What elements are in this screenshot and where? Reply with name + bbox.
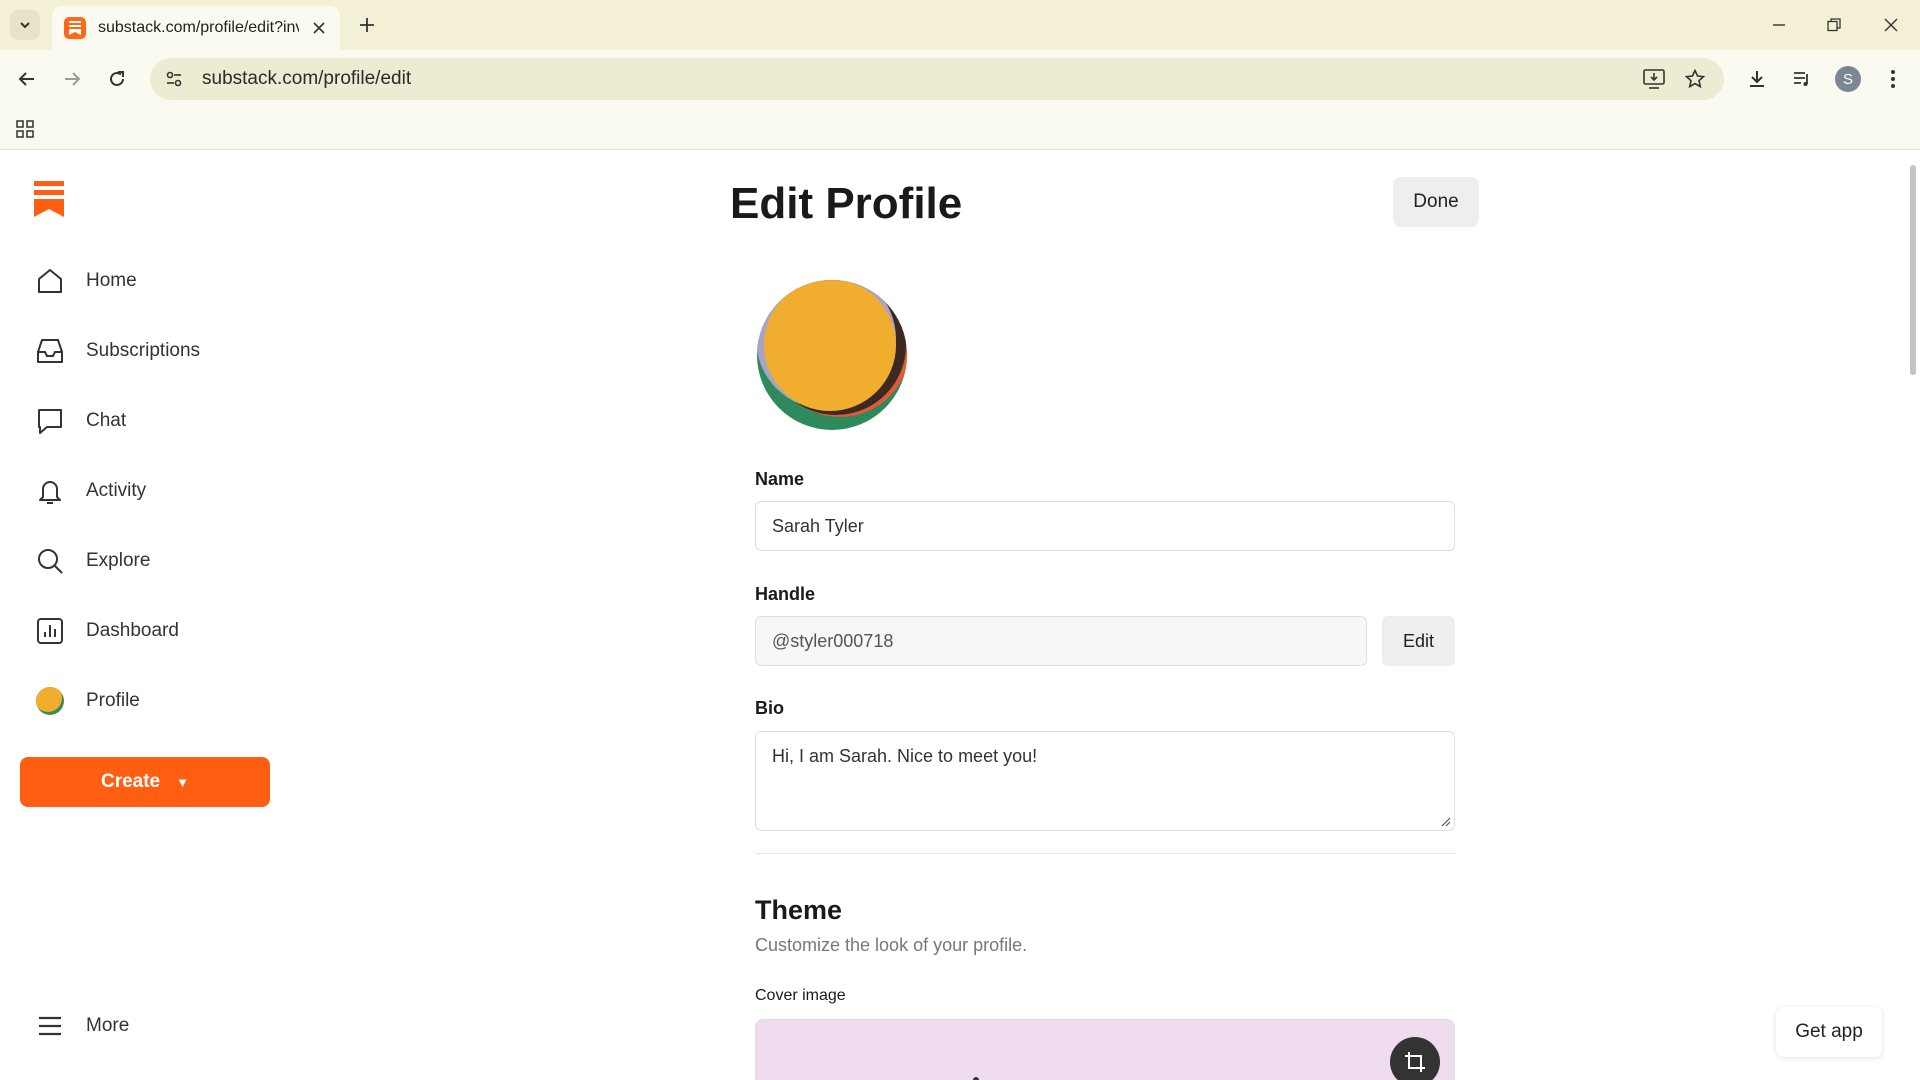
sidebar-item-label: Home bbox=[86, 270, 137, 291]
theme-heading: Theme bbox=[755, 895, 843, 925]
profile-photo[interactable] bbox=[756, 279, 908, 431]
scroll-thumb[interactable] bbox=[1910, 165, 1916, 375]
handle-label: Handle bbox=[755, 584, 816, 604]
forward-button[interactable] bbox=[55, 62, 89, 96]
create-button-label: Create bbox=[100, 771, 161, 792]
inbox-icon bbox=[32, 333, 68, 369]
new-tab-button[interactable] bbox=[352, 10, 382, 40]
bookmark-star-icon[interactable] bbox=[1678, 62, 1712, 96]
reload-button[interactable] bbox=[100, 62, 134, 96]
media-controls-button[interactable] bbox=[1785, 62, 1819, 96]
tab-search-button[interactable] bbox=[10, 10, 40, 40]
profile-button[interactable]: S bbox=[1831, 62, 1865, 96]
minimize-button[interactable] bbox=[1756, 8, 1802, 42]
browser-tab[interactable]: substack.com/profile/edit?invite bbox=[52, 6, 340, 50]
bio-textarea[interactable]: Hi, I am Sarah. Nice to meet you! bbox=[755, 731, 1455, 831]
sidebar-item-explore[interactable]: Explore bbox=[32, 538, 292, 584]
sidebar-item-label: Activity bbox=[86, 480, 147, 501]
divider bbox=[755, 853, 1455, 854]
download-icon bbox=[1750, 71, 1764, 87]
avatar bbox=[32, 683, 68, 719]
close-window-button[interactable] bbox=[1868, 8, 1914, 42]
bookmarks-bar bbox=[0, 108, 1920, 150]
plus-icon bbox=[360, 18, 374, 32]
sidebar-item-subscriptions[interactable]: Subscriptions bbox=[32, 328, 292, 374]
sidebar-item-label: Explore bbox=[86, 550, 151, 571]
page-content: Home Subscriptions Chat Activity Explore… bbox=[0, 151, 1920, 1080]
tab-groups-icon[interactable] bbox=[10, 114, 40, 144]
sidebar-item-label: Chat bbox=[86, 410, 127, 431]
sidebar-item-chat[interactable]: Chat bbox=[32, 398, 292, 444]
substack-logo-icon[interactable] bbox=[34, 181, 64, 217]
install-app-icon[interactable] bbox=[1637, 62, 1671, 96]
browser-menu-button[interactable] bbox=[1876, 62, 1910, 96]
sidebar-item-label: Dashboard bbox=[86, 620, 179, 641]
sidebar-item-label: Subscriptions bbox=[86, 340, 201, 361]
sidebar-item-dashboard[interactable]: Dashboard bbox=[32, 608, 292, 654]
site-settings-icon[interactable] bbox=[154, 58, 194, 100]
page-scrollbar[interactable] bbox=[1906, 151, 1920, 1080]
arrow-left-icon bbox=[18, 72, 34, 86]
edit-handle-button[interactable]: Edit bbox=[1382, 616, 1455, 666]
reload-icon bbox=[110, 71, 124, 86]
cover-image-label: Cover image bbox=[755, 987, 846, 1004]
chevron-down-icon bbox=[20, 22, 30, 29]
create-button[interactable]: Create ▼ bbox=[20, 757, 270, 807]
page-title: Edit Profile bbox=[730, 179, 963, 228]
substack-favicon-icon bbox=[64, 17, 86, 39]
browser-tab-bar: substack.com/profile/edit?invite bbox=[0, 0, 1920, 50]
sidebar-item-profile[interactable]: Profile bbox=[32, 678, 292, 724]
restore-button[interactable] bbox=[1811, 8, 1857, 42]
browser-toolbar: substack.com/profile/edit S bbox=[0, 50, 1920, 108]
restore-icon bbox=[1827, 18, 1841, 32]
sidebar-item-activity[interactable]: Activity bbox=[32, 468, 292, 514]
crop-button[interactable] bbox=[1390, 1037, 1440, 1080]
hamburger-menu-icon bbox=[32, 1008, 68, 1044]
address-bar[interactable]: substack.com/profile/edit bbox=[150, 58, 1724, 100]
resize-grip-icon[interactable] bbox=[1441, 817, 1451, 827]
cover-image-preview[interactable] bbox=[755, 1019, 1455, 1080]
crop-icon bbox=[1405, 1052, 1425, 1072]
minimize-icon bbox=[1773, 24, 1785, 26]
tab-title: substack.com/profile/edit?invite bbox=[98, 19, 300, 36]
sidebar-item-label: Profile bbox=[86, 690, 140, 711]
theme-subtitle: Customize the look of your profile. bbox=[755, 935, 1028, 955]
chart-icon bbox=[32, 613, 68, 649]
bell-icon bbox=[32, 473, 68, 509]
downloads-button[interactable] bbox=[1740, 62, 1774, 96]
sidebar-item-home[interactable]: Home bbox=[32, 258, 292, 304]
name-label: Name bbox=[755, 469, 805, 489]
done-button[interactable]: Done bbox=[1393, 177, 1479, 227]
url-text: substack.com/profile/edit bbox=[202, 68, 412, 89]
close-icon bbox=[1884, 18, 1898, 32]
more-vertical-icon bbox=[1891, 70, 1895, 88]
caret-down-icon: ▼ bbox=[176, 774, 190, 790]
playlist-icon bbox=[1794, 72, 1808, 86]
arrow-right-icon bbox=[65, 72, 81, 86]
search-icon bbox=[32, 543, 68, 579]
name-input[interactable]: Sarah Tyler bbox=[755, 501, 1455, 551]
cover-illustration bbox=[973, 1077, 979, 1080]
account-avatar: S bbox=[1835, 66, 1861, 92]
sidebar-item-label: More bbox=[86, 1015, 130, 1036]
chat-icon bbox=[32, 403, 68, 439]
bio-text: Hi, I am Sarah. Nice to meet you! bbox=[772, 746, 1038, 766]
home-icon bbox=[32, 263, 68, 299]
get-app-button[interactable]: Get app bbox=[1776, 1007, 1882, 1057]
handle-input[interactable]: @styler000718 bbox=[755, 616, 1367, 666]
bio-label: Bio bbox=[755, 698, 784, 718]
sidebar-item-more[interactable]: More bbox=[32, 1006, 129, 1046]
back-button[interactable] bbox=[10, 62, 44, 96]
close-tab-icon[interactable] bbox=[309, 18, 328, 38]
